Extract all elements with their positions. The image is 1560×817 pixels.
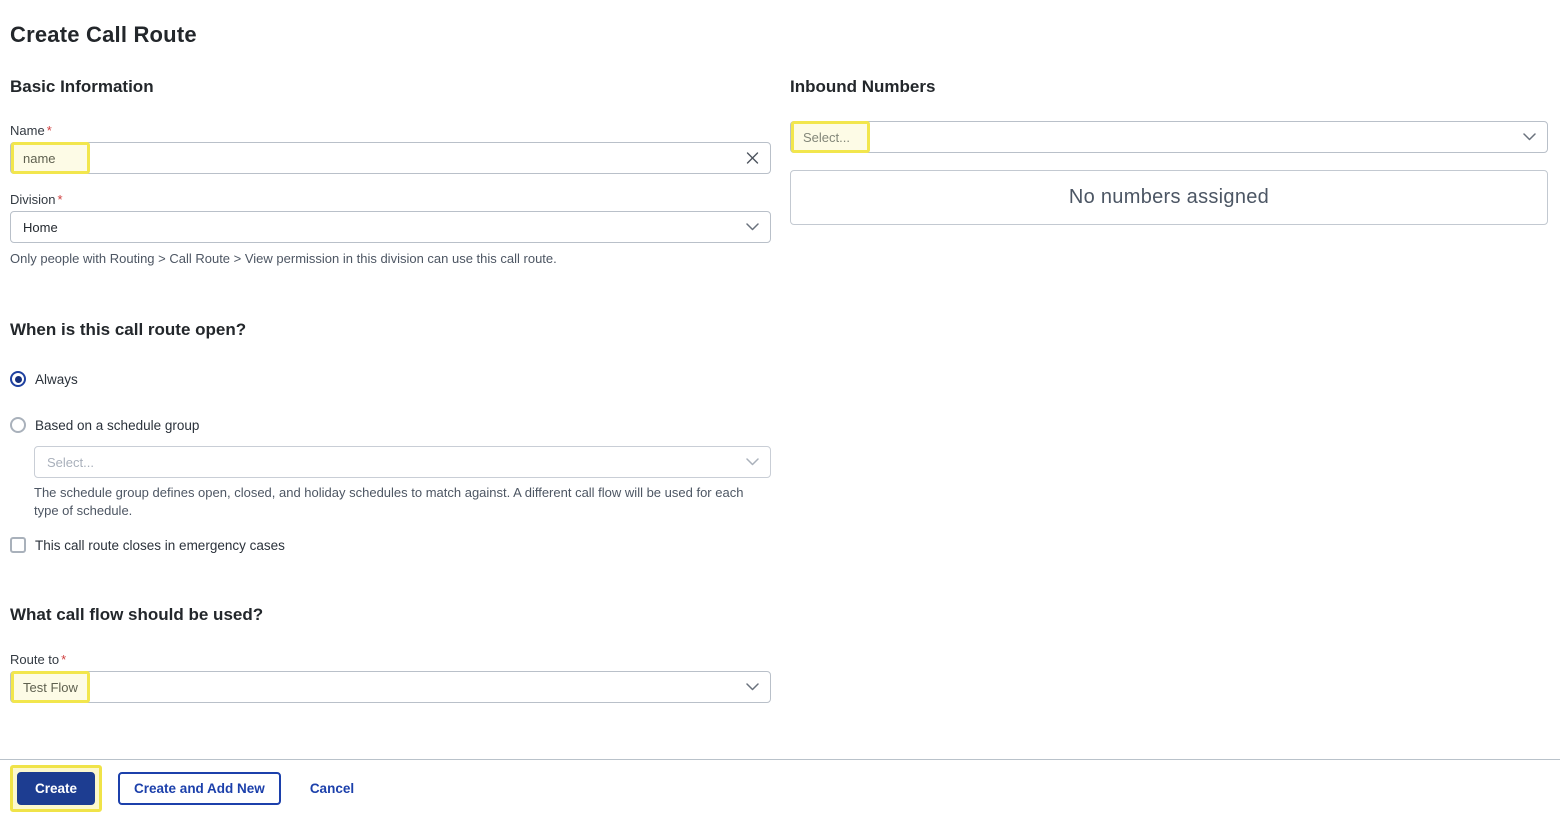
create-and-add-new-button[interactable]: Create and Add New [118, 772, 281, 805]
name-input-value: name [23, 151, 56, 166]
division-help-text: Only people with Routing > Call Route > … [10, 250, 771, 268]
route-to-select-value: Test Flow [23, 680, 78, 695]
emergency-checkbox-label: This call route closes in emergency case… [35, 538, 285, 553]
right-column: Inbound Numbers Select... No numbers ass… [790, 48, 1548, 225]
cancel-link[interactable]: Cancel [310, 781, 354, 796]
page-title: Create Call Route [10, 22, 1548, 48]
close-icon [746, 152, 759, 165]
schedule-group-radio-row: Based on a schedule group [10, 417, 771, 433]
schedule-group-radio-label: Based on a schedule group [35, 418, 199, 433]
emergency-checkbox-row: This call route closes in emergency case… [10, 537, 771, 553]
call-route-open-heading: When is this call route open? [10, 320, 771, 340]
chevron-down-icon [746, 683, 759, 691]
division-select-value: Home [23, 220, 58, 235]
schedule-group-help-text: The schedule group defines open, closed,… [34, 484, 771, 520]
always-radio-label: Always [35, 372, 78, 387]
required-asterisk: * [47, 123, 52, 138]
inbound-numbers-select[interactable]: Select... [790, 121, 1548, 153]
call-flow-heading: What call flow should be used? [10, 605, 771, 625]
footer-action-bar: Create Create and Add New Cancel [0, 759, 1560, 817]
always-radio[interactable] [10, 371, 26, 387]
chevron-down-icon [746, 458, 759, 466]
required-asterisk: * [61, 652, 66, 667]
division-select[interactable]: Home [10, 211, 771, 243]
schedule-group-radio[interactable] [10, 417, 26, 433]
create-button[interactable]: Create [17, 772, 95, 805]
chevron-down-icon [746, 223, 759, 231]
clear-input-button[interactable] [746, 152, 759, 165]
route-to-select[interactable]: Test Flow [10, 671, 771, 703]
schedule-group-select[interactable]: Select... [34, 446, 771, 478]
schedule-group-select-placeholder: Select... [47, 455, 94, 470]
left-column: Basic Information Name* name Division* H… [10, 48, 771, 703]
chevron-down-icon [1523, 133, 1536, 141]
content-columns: Basic Information Name* name Division* H… [10, 48, 1548, 703]
create-call-route-page: Create Call Route Basic Information Name… [0, 22, 1560, 703]
division-label: Division* [10, 192, 771, 207]
inbound-numbers-select-placeholder: Select... [803, 130, 850, 145]
required-asterisk: * [58, 192, 63, 207]
name-input[interactable]: name [10, 142, 771, 174]
always-radio-row: Always [10, 371, 771, 387]
name-label: Name* [10, 123, 771, 138]
basic-information-heading: Basic Information [10, 77, 771, 97]
inbound-numbers-heading: Inbound Numbers [790, 77, 1548, 97]
annotation-highlight: Create [10, 765, 102, 812]
no-numbers-message: No numbers assigned [1069, 186, 1269, 209]
route-to-label: Route to* [10, 652, 771, 667]
emergency-checkbox[interactable] [10, 537, 26, 553]
no-numbers-assigned-panel: No numbers assigned [790, 170, 1548, 225]
